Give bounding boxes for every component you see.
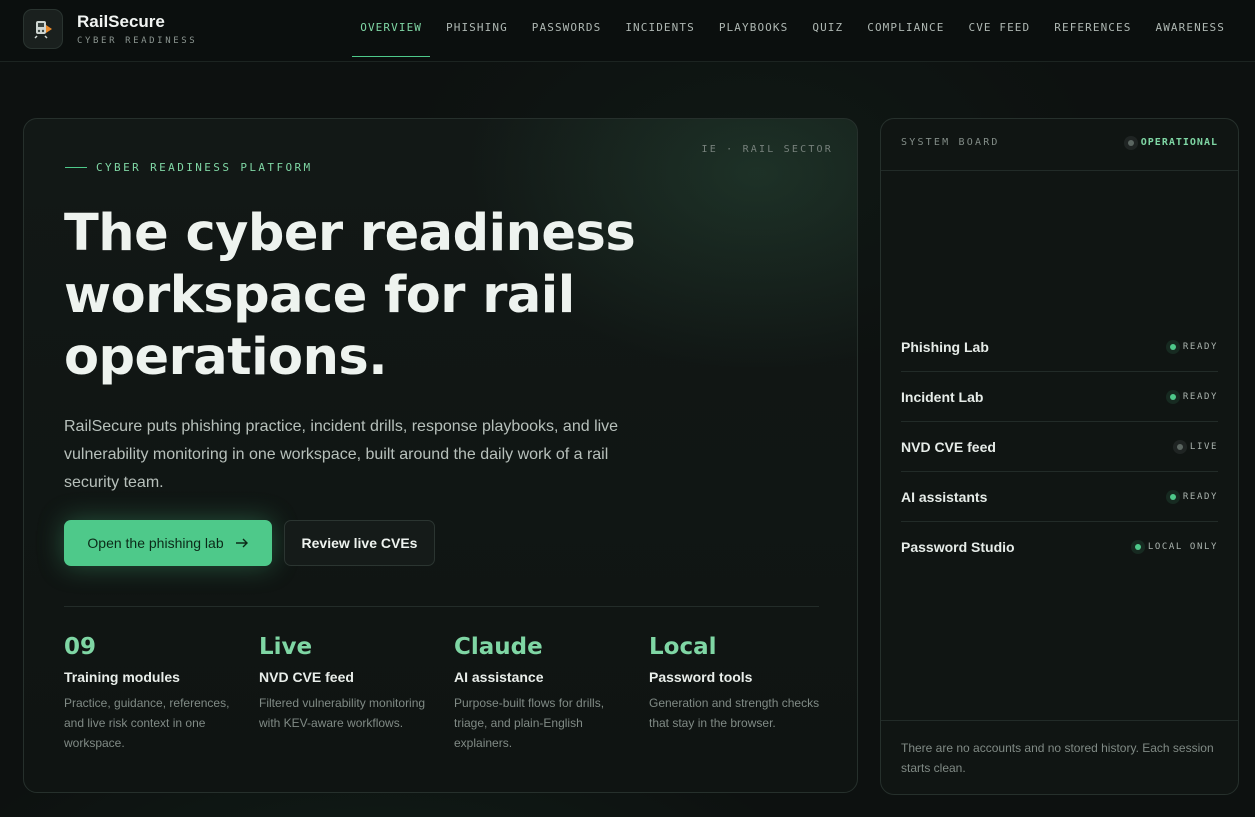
- brand[interactable]: RailSecure CYBER READINESS: [23, 9, 197, 49]
- hero-headline: The cyber readiness workspace for rail o…: [64, 204, 636, 387]
- board-row-name: Phishing Lab: [901, 338, 989, 355]
- board-row-status-text: LIVE: [1189, 441, 1218, 452]
- board-row-status: READY: [1169, 341, 1218, 352]
- board-row-name: Password Studio: [901, 538, 1015, 555]
- nav-awareness[interactable]: AWARENESS: [1143, 0, 1237, 61]
- board-row-status-text: READY: [1182, 341, 1218, 352]
- board-row-incident-lab: Incident Lab READY: [901, 372, 1218, 422]
- stat-value: 09: [64, 634, 97, 660]
- arrow-right-icon: [235, 535, 249, 551]
- stat-desc: Practice, guidance, references, and live…: [64, 696, 230, 750]
- region-label: IE · RAIL SECTOR: [701, 144, 833, 155]
- stat-title: Password tools: [649, 669, 753, 685]
- status-dot-icon: [1169, 393, 1176, 400]
- stat-value: Local: [649, 634, 717, 660]
- brand-tagline: CYBER READINESS: [77, 36, 198, 46]
- main-nav: OVERVIEW PHISHING PASSWORDS INCIDENTS PL…: [348, 0, 1237, 61]
- hero-description: RailSecure puts phishing practice, incid…: [64, 418, 619, 491]
- board-row-status-text: READY: [1182, 391, 1218, 402]
- status-dot-icon: [1176, 443, 1183, 450]
- system-board: SYSTEM BOARD OPERATIONAL Phishing Lab RE…: [880, 118, 1239, 795]
- board-row-status-text: READY: [1182, 491, 1218, 502]
- nav-playbooks[interactable]: PLAYBOOKS: [707, 0, 801, 61]
- stat-training-modules: 09 Training modules Practice, guidance, …: [64, 633, 259, 753]
- status-dot-icon: [1134, 543, 1141, 550]
- stat-desc: Filtered vulnerability monitoring with K…: [259, 696, 426, 730]
- eyebrow-line: [65, 167, 87, 168]
- board-row-status-text: LOCAL ONLY: [1147, 541, 1218, 552]
- stat-desc: Generation and strength checks that stay…: [649, 696, 820, 730]
- stat-desc: Purpose-built flows for drills, triage, …: [454, 696, 605, 750]
- board-row-ai-assistants: AI assistants READY: [901, 472, 1218, 522]
- nav-passwords[interactable]: PASSWORDS: [520, 0, 614, 61]
- nav-overview[interactable]: OVERVIEW: [348, 0, 434, 61]
- board-row-nvd-cve-feed: NVD CVE feed LIVE: [901, 422, 1218, 472]
- system-board-title: SYSTEM BOARD: [901, 137, 1000, 148]
- hero-card: CYBER READINESS PLATFORM IE · RAIL SECTO…: [23, 118, 858, 793]
- nav-incidents[interactable]: INCIDENTS: [613, 0, 707, 61]
- board-row-phishing-lab: Phishing Lab READY: [901, 322, 1218, 372]
- system-board-footer: There are no accounts and no stored hist…: [881, 720, 1238, 794]
- status-dot-icon: [1169, 343, 1176, 350]
- brand-name: RailSecure: [77, 12, 165, 31]
- system-status-text: OPERATIONAL: [1140, 137, 1218, 148]
- stat-cve-feed: Live NVD CVE feed Filtered vulnerability…: [259, 633, 454, 753]
- open-phishing-lab-button[interactable]: Open the phishing lab: [64, 520, 272, 566]
- status-dot-icon: [1127, 139, 1134, 146]
- board-row-name: Incident Lab: [901, 388, 984, 405]
- stat-title: NVD CVE feed: [259, 669, 354, 685]
- hero-divider: [64, 606, 819, 607]
- eyebrow-text: CYBER READINESS PLATFORM: [96, 161, 313, 174]
- board-row-status: READY: [1169, 491, 1218, 502]
- stat-value: Live: [259, 634, 313, 660]
- open-phishing-lab-label: Open the phishing lab: [87, 535, 224, 551]
- system-board-list: Phishing Lab READY Incident Lab READY NV…: [901, 322, 1218, 571]
- stats-row: 09 Training modules Practice, guidance, …: [64, 633, 844, 753]
- top-header: RailSecure CYBER READINESS OVERVIEW PHIS…: [0, 0, 1255, 62]
- board-row-name: AI assistants: [901, 488, 988, 505]
- train-logo-icon: [23, 9, 63, 49]
- session-note: There are no accounts and no stored hist…: [901, 741, 1214, 775]
- board-row-status: LOCAL ONLY: [1134, 541, 1218, 552]
- nav-references[interactable]: REFERENCES: [1042, 0, 1143, 61]
- stat-ai-assistance: Claude AI assistance Purpose-built flows…: [454, 633, 649, 753]
- system-status-badge: OPERATIONAL: [1127, 137, 1218, 148]
- board-row-name: NVD CVE feed: [901, 438, 996, 455]
- nav-compliance[interactable]: COMPLIANCE: [855, 0, 956, 61]
- status-dot-icon: [1169, 493, 1176, 500]
- nav-phishing[interactable]: PHISHING: [434, 0, 520, 61]
- eyebrow: CYBER READINESS PLATFORM: [65, 161, 313, 174]
- board-row-status: LIVE: [1176, 441, 1218, 452]
- stat-value: Claude: [454, 634, 543, 660]
- board-row-status: READY: [1169, 391, 1218, 402]
- stat-title: AI assistance: [454, 669, 544, 685]
- review-live-cves-button[interactable]: Review live CVEs: [284, 520, 435, 566]
- stat-password-tools: Local Password tools Generation and stre…: [649, 633, 844, 753]
- system-board-header: SYSTEM BOARD OPERATIONAL: [881, 119, 1238, 171]
- nav-cve-feed[interactable]: CVE FEED: [956, 0, 1042, 61]
- board-row-password-studio: Password Studio LOCAL ONLY: [901, 522, 1218, 571]
- stat-title: Training modules: [64, 669, 180, 685]
- nav-quiz[interactable]: QUIZ: [800, 0, 855, 61]
